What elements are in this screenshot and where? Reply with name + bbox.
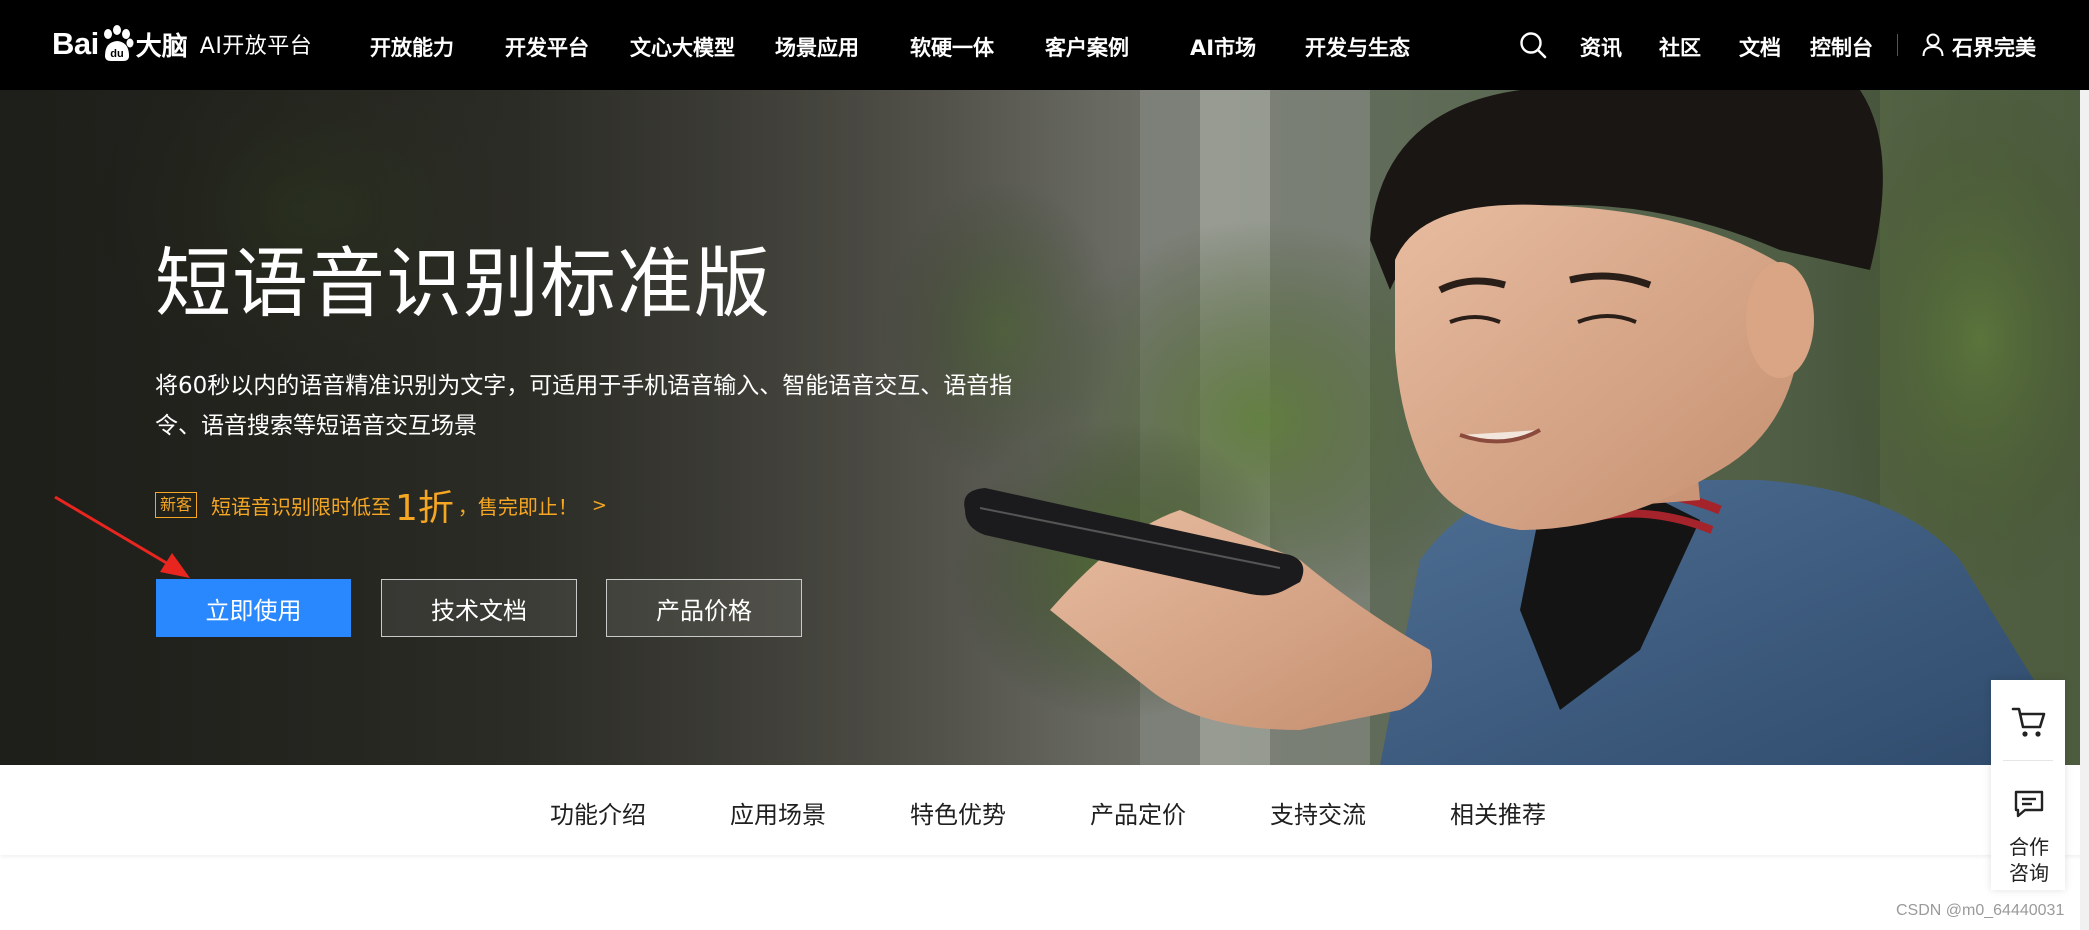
product-pricing-button[interactable]: 产品价格 <box>606 579 802 637</box>
nav-item-scenarios[interactable]: 场景应用 <box>775 32 859 62</box>
side-panel-divider <box>2003 760 2053 761</box>
cart-icon[interactable] <box>2011 703 2047 739</box>
nav-item-ai-market[interactable]: AI市场 <box>1190 32 1256 62</box>
product-description: 将60秒以内的语音精准识别为文字，可适用于手机语音输入、智能语音交互、语音指令、… <box>155 373 1013 439</box>
floating-side-panel: 合作咨询 <box>1991 680 2065 890</box>
section-tabs: 功能介绍 应用场景 特色优势 产品定价 支持交流 相关推荐 <box>0 765 2089 855</box>
nav-community[interactable]: 社区 <box>1659 32 1701 62</box>
nav-news[interactable]: 资讯 <box>1580 32 1622 62</box>
promo-text-after: ，售完即止！ <box>457 494 578 519</box>
consult-label[interactable]: 合作咨询 <box>2005 834 2053 886</box>
tech-docs-button[interactable]: 技术文档 <box>381 579 577 637</box>
tab-features[interactable]: 功能介绍 <box>550 795 646 830</box>
top-navigation: Bai du 大脑 AI开放平台 开放能力 开发平台 文心大模型 场景应用 软硬… <box>0 0 2089 90</box>
nav-divider <box>1897 34 1898 56</box>
chevron-right-icon[interactable]: > <box>592 495 607 516</box>
nav-item-ecosystem[interactable]: 开发与生态 <box>1305 32 1410 62</box>
tab-recommendations[interactable]: 相关推荐 <box>1450 795 1546 830</box>
hero-banner: 短语音识别标准版 将60秒以内的语音精准识别为文字，可适用于手机语音输入、智能语… <box>0 90 2089 765</box>
chat-icon[interactable] <box>2013 788 2045 820</box>
nav-item-wenxin[interactable]: 文心大模型 <box>630 32 735 62</box>
nav-docs[interactable]: 文档 <box>1739 32 1781 62</box>
nav-item-cases[interactable]: 客户案例 <box>1045 32 1129 62</box>
watermark: CSDN @m0_64440031 <box>1896 902 2065 919</box>
tab-support[interactable]: 支持交流 <box>1270 795 1366 830</box>
nav-item-open-capabilities[interactable]: 开放能力 <box>370 32 454 62</box>
tab-scenarios[interactable]: 应用场景 <box>730 795 826 830</box>
nav-console[interactable]: 控制台 <box>1810 32 1873 62</box>
user-name[interactable]: 石界完美 <box>1952 32 2036 62</box>
nav-item-hardware[interactable]: 软硬一体 <box>910 32 994 62</box>
tab-advantages[interactable]: 特色优势 <box>910 795 1006 830</box>
annotation-arrow-icon <box>54 495 190 578</box>
user-icon[interactable] <box>1922 33 1944 57</box>
search-icon[interactable] <box>1518 30 1548 60</box>
promo-discount: 1折 <box>395 488 454 529</box>
tab-pricing[interactable]: 产品定价 <box>1090 795 1186 830</box>
page-scrollbar[interactable] <box>2080 90 2089 930</box>
nav-item-dev-platform[interactable]: 开发平台 <box>505 32 589 62</box>
